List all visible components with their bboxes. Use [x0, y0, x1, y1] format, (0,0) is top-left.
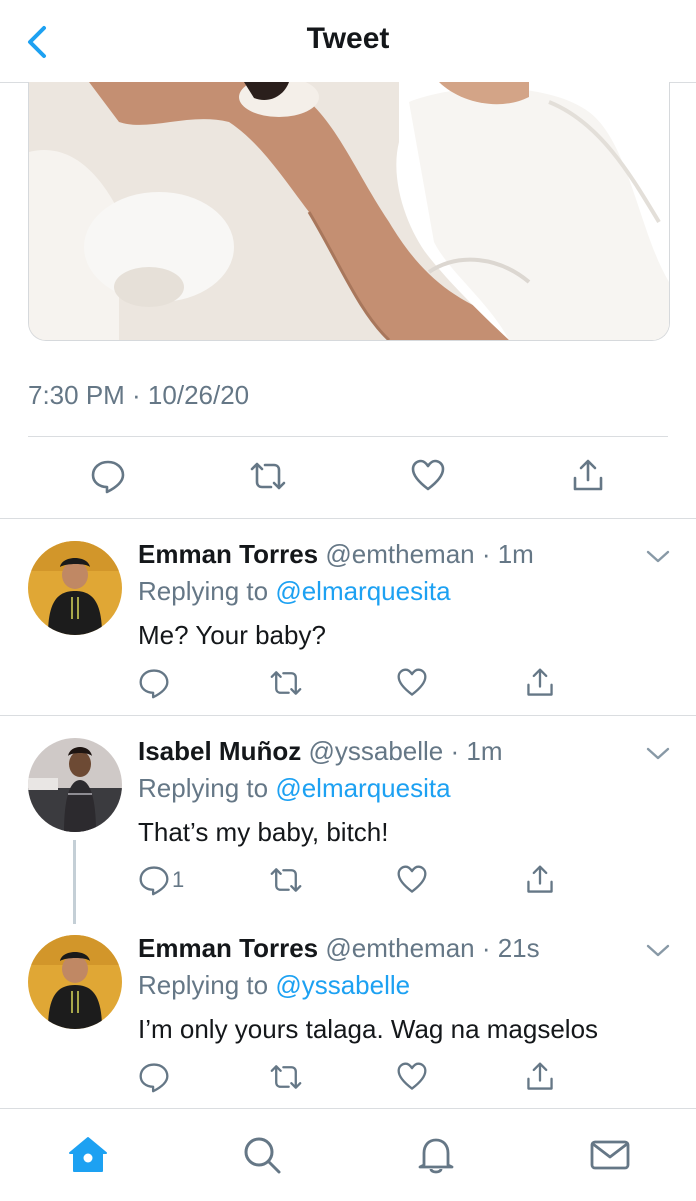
avatar[interactable]: [28, 738, 122, 832]
reply-count: 1: [172, 867, 185, 892]
reply-tweet[interactable]: Emman Torres @emtheman · 21s Replying to…: [0, 913, 696, 1107]
replying-to: Replying to @yssabelle: [138, 970, 410, 1001]
chevron-down-icon[interactable]: [644, 744, 672, 764]
reply-tweet[interactable]: Emman Torres @emtheman · 1m Replying to …: [0, 519, 696, 715]
divider: [28, 436, 668, 437]
comment-icon: [139, 866, 169, 896]
mention-link[interactable]: @yssabelle: [275, 970, 410, 1000]
author-name[interactable]: Emman Torres: [138, 539, 318, 569]
share-button[interactable]: [566, 454, 610, 498]
reply-button[interactable]: [138, 1055, 172, 1099]
tab-notifications[interactable]: [408, 1127, 464, 1183]
avatar[interactable]: [28, 935, 122, 1029]
reply-tweet[interactable]: Isabel Muñoz @yssabelle · 1m Replying to…: [0, 716, 696, 924]
author-name[interactable]: Emman Torres: [138, 933, 318, 963]
reply-text: I’m only yours talaga. Wag na magselos: [138, 1014, 599, 1044]
share-button[interactable]: [524, 858, 556, 902]
search-icon: [244, 1137, 281, 1174]
reply-button[interactable]: [138, 661, 172, 705]
reply-text: That’s my baby, bitch!: [138, 817, 389, 847]
retweet-button[interactable]: [268, 858, 304, 902]
replying-prefix: Replying to: [138, 576, 276, 606]
replying-prefix: Replying to: [138, 970, 276, 1000]
reply-button[interactable]: 1: [138, 858, 184, 902]
reply-button[interactable]: [86, 454, 130, 498]
heart-icon: [397, 668, 427, 696]
share-icon: [573, 459, 603, 491]
tab-search[interactable]: [234, 1127, 290, 1183]
reply-text: Me? Your baby?: [138, 620, 326, 650]
author-handle-time: @yssabelle · 1m: [308, 736, 503, 766]
comment-icon: [139, 1063, 169, 1093]
author-line: Emman Torres @emtheman · 21s: [138, 933, 540, 964]
like-button[interactable]: [406, 454, 450, 498]
chevron-down-icon[interactable]: [644, 547, 672, 567]
retweet-button[interactable]: [268, 1055, 304, 1099]
bottom-tab-bar: [0, 1108, 696, 1201]
share-button[interactable]: [524, 661, 556, 705]
author-name[interactable]: Isabel Muñoz: [138, 736, 301, 766]
mention-link[interactable]: @elmarquesita: [275, 576, 450, 606]
tweet-timestamp: 7:30 PM · 10/26/20: [28, 380, 250, 410]
tweet-action-bar: [0, 448, 696, 508]
chevron-down-icon[interactable]: [644, 941, 672, 961]
author-handle-time: @emtheman · 21s: [325, 933, 540, 963]
retweet-icon: [270, 671, 302, 695]
tweet-photo[interactable]: [28, 82, 670, 341]
home-icon: [69, 1137, 107, 1172]
share-icon: [527, 1062, 553, 1090]
author-handle-time: @emtheman · 1m: [325, 539, 534, 569]
page-title: Tweet: [306, 22, 390, 55]
author-line: Isabel Muñoz @yssabelle · 1m: [138, 736, 503, 767]
share-icon: [527, 865, 553, 893]
photo-image: [29, 82, 669, 340]
bell-icon: [418, 1138, 454, 1174]
comment-icon: [139, 669, 169, 699]
like-button[interactable]: [396, 858, 428, 902]
tab-messages[interactable]: [582, 1127, 638, 1183]
heart-icon: [397, 865, 427, 893]
author-line: Emman Torres @emtheman · 1m: [138, 539, 534, 570]
comment-icon: [91, 460, 125, 494]
replying-to: Replying to @elmarquesita: [138, 773, 451, 804]
replying-prefix: Replying to: [138, 773, 276, 803]
avatar[interactable]: [28, 541, 122, 635]
mail-icon: [590, 1140, 630, 1170]
retweet-icon: [270, 868, 302, 892]
thread-connector: [73, 840, 76, 924]
heart-icon: [411, 459, 445, 491]
tab-home[interactable]: [60, 1127, 116, 1183]
top-nav-bar: Tweet: [0, 0, 696, 83]
retweet-button[interactable]: [268, 661, 304, 705]
share-button[interactable]: [524, 1055, 556, 1099]
heart-icon: [397, 1062, 427, 1090]
mention-link[interactable]: @elmarquesita: [275, 773, 450, 803]
like-button[interactable]: [396, 661, 428, 705]
like-button[interactable]: [396, 1055, 428, 1099]
replying-to: Replying to @elmarquesita: [138, 576, 451, 607]
share-icon: [527, 668, 553, 696]
retweet-icon: [270, 1065, 302, 1089]
retweet-icon: [250, 462, 286, 490]
retweet-button[interactable]: [246, 454, 290, 498]
